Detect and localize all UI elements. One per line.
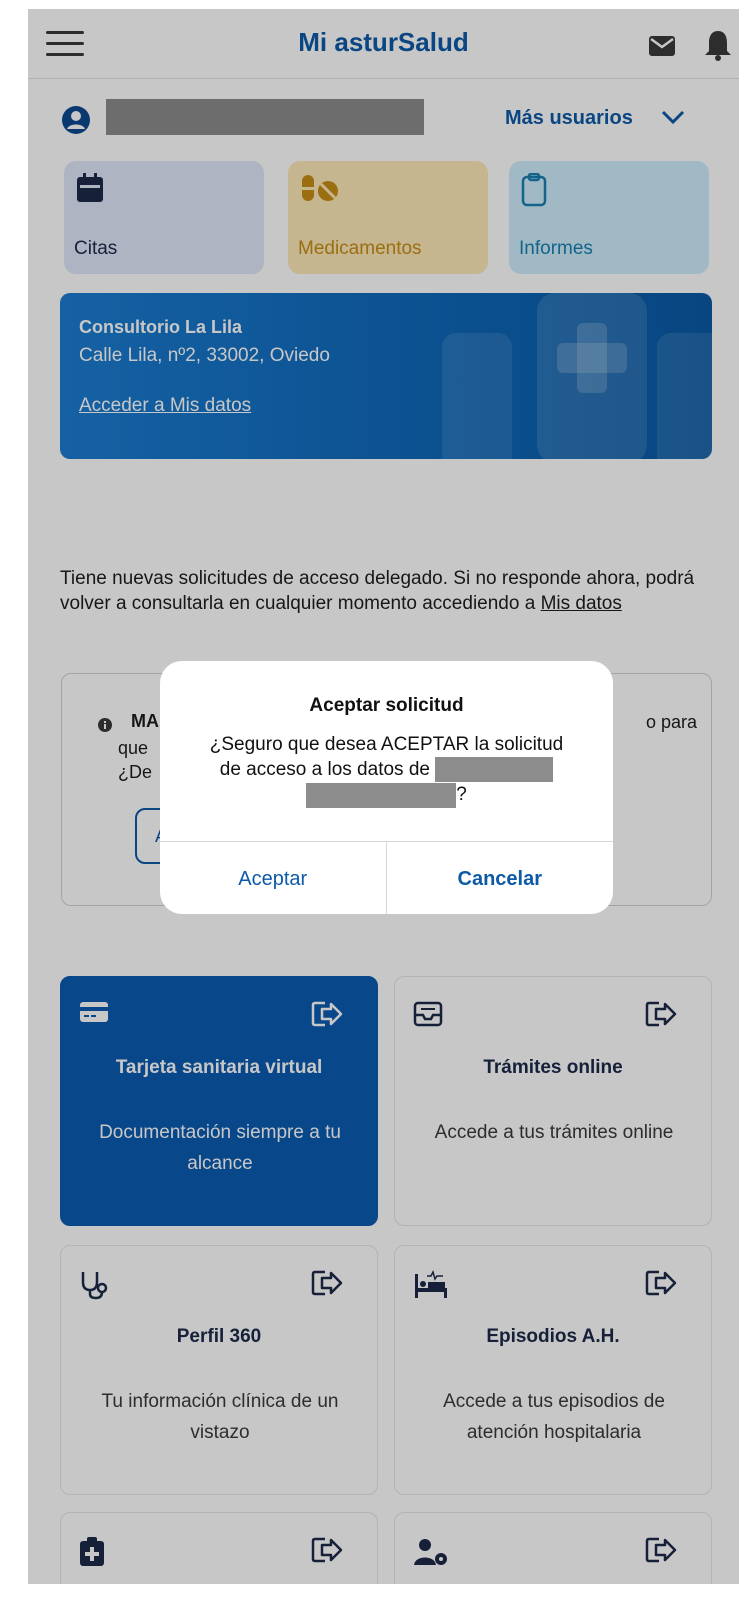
accept-request-dialog: Aceptar solicitud ¿Seguro que desea ACEP… xyxy=(160,661,613,914)
dialog-message: ¿Seguro que desea ACEPTAR la solicitud d… xyxy=(160,732,613,808)
accept-button[interactable]: Aceptar xyxy=(160,842,387,914)
dialog-actions: Aceptar Cancelar xyxy=(160,841,613,914)
dialog-line-3: ? xyxy=(160,782,613,808)
redacted-name xyxy=(435,757,554,783)
cancel-button[interactable]: Cancelar xyxy=(387,842,614,914)
dialog-line-1: ¿Seguro que desea ACEPTAR la solicitud xyxy=(209,734,564,755)
dim-overlay-top xyxy=(28,9,739,499)
left-gutter xyxy=(0,0,28,1597)
dialog-line-2-text: de acceso a los datos de xyxy=(219,759,436,780)
dialog-line-3-text: ? xyxy=(456,784,467,806)
app-screen: Mi asturSalud Más usuarios Citas Medicam… xyxy=(28,9,739,1597)
dialog-line-2: de acceso a los datos de xyxy=(160,757,613,783)
redacted-name xyxy=(306,782,457,808)
dialog-title: Aceptar solicitud xyxy=(309,695,464,716)
bottom-edge xyxy=(0,1584,739,1597)
